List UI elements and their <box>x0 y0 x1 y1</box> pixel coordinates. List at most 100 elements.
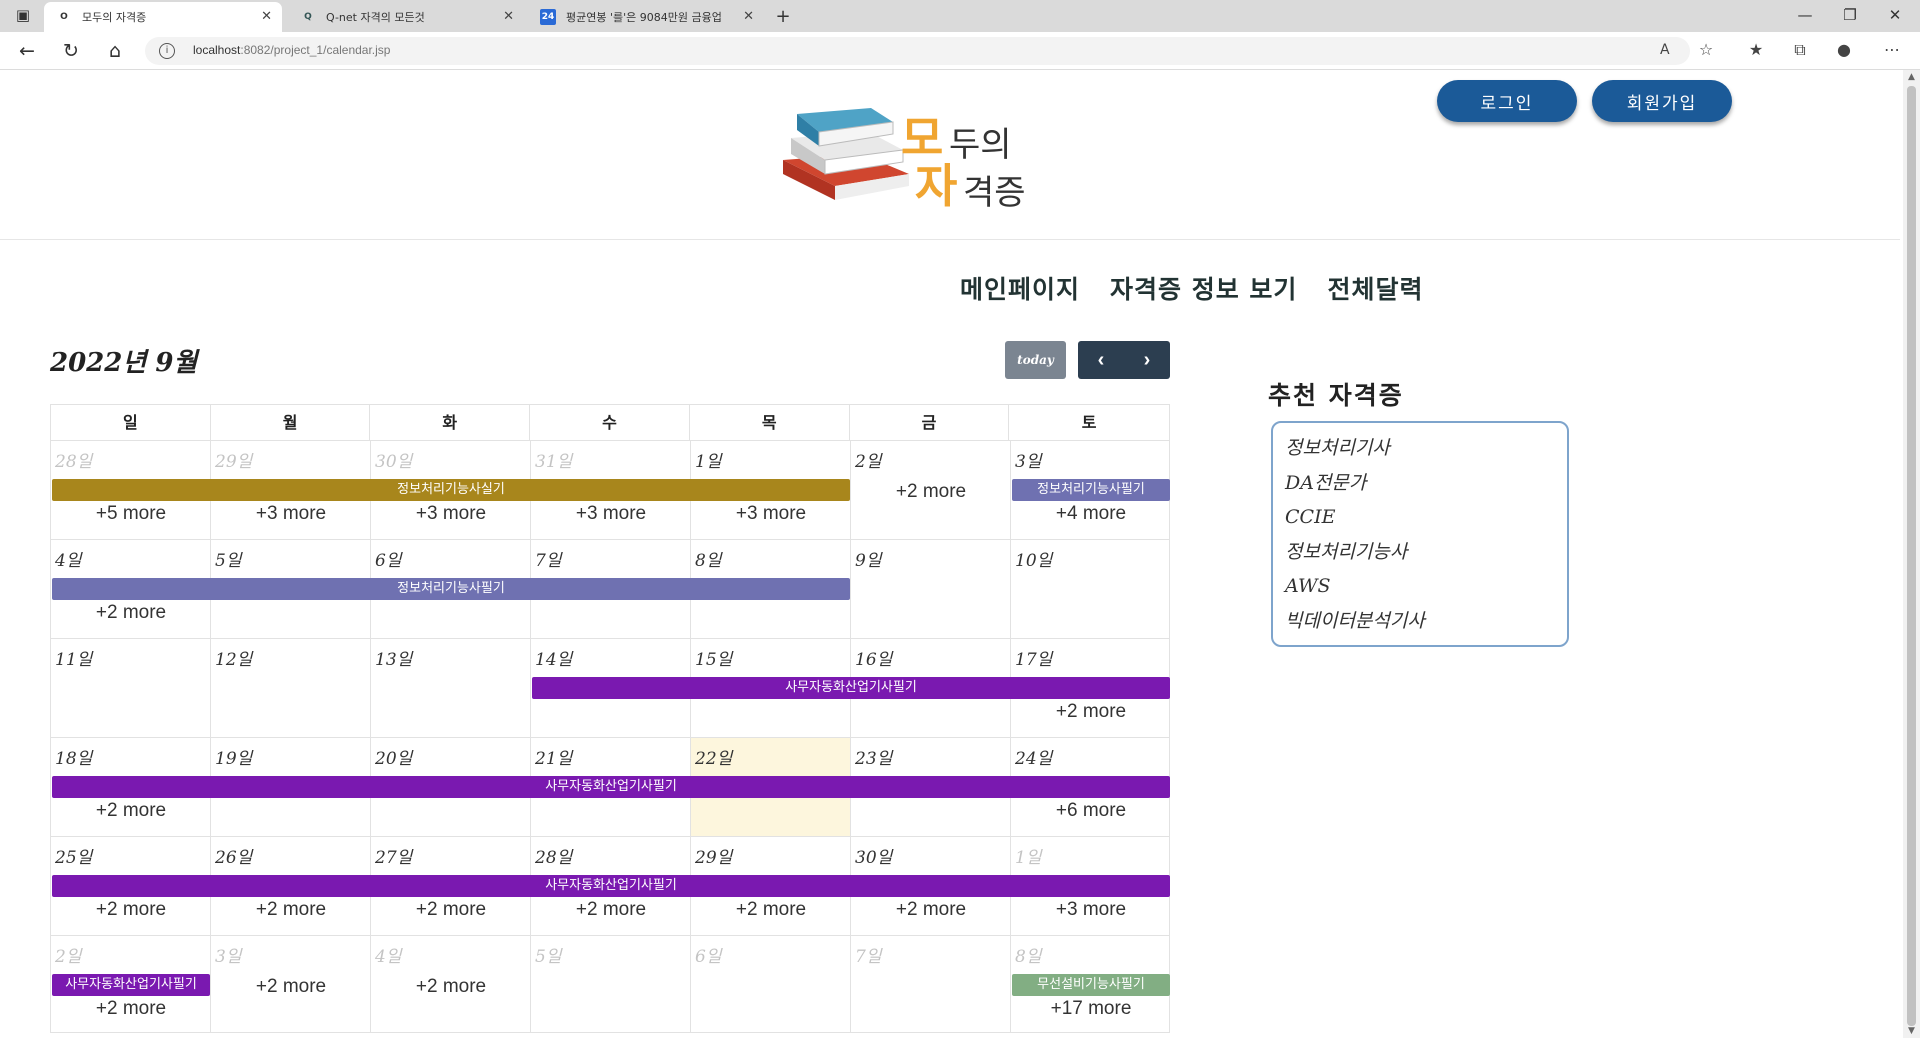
more-link[interactable]: +3 more <box>371 503 531 525</box>
day-number[interactable]: 23일 <box>855 744 892 769</box>
day-number[interactable]: 28일 <box>55 447 92 472</box>
day-number[interactable]: 5일 <box>215 546 241 571</box>
day-number[interactable]: 8일 <box>1015 942 1041 967</box>
back-icon[interactable]: ← <box>14 39 40 63</box>
restore-icon[interactable]: ❐ <box>1835 6 1865 24</box>
window-close-icon[interactable]: ✕ <box>1880 6 1910 24</box>
calendar-event[interactable]: 사무자동화산업기사필기 <box>52 776 1170 798</box>
login-button[interactable]: 로그인 <box>1437 80 1577 122</box>
day-number[interactable]: 5일 <box>535 942 561 967</box>
day-number[interactable]: 6일 <box>375 546 401 571</box>
more-link[interactable]: +3 more <box>1011 899 1171 921</box>
day-number[interactable]: 25일 <box>55 843 92 868</box>
minimize-icon[interactable]: — <box>1790 6 1820 24</box>
day-number[interactable]: 10일 <box>1015 546 1052 571</box>
day-number[interactable]: 16일 <box>855 645 892 670</box>
day-number[interactable]: 18일 <box>55 744 92 769</box>
day-number[interactable]: 1일 <box>695 447 721 472</box>
day-cell[interactable]: 6일 <box>691 936 851 1032</box>
more-link[interactable]: +2 more <box>691 899 851 921</box>
scroll-down-icon[interactable]: ▼ <box>1903 1026 1920 1036</box>
more-link[interactable]: +2 more <box>51 899 211 921</box>
day-number[interactable]: 4일 <box>55 546 81 571</box>
calendar-event[interactable]: 정보처리기능사필기 <box>52 578 850 600</box>
favorites-icon[interactable]: ★ <box>1744 40 1768 59</box>
day-number[interactable]: 26일 <box>215 843 252 868</box>
tab-actions-icon[interactable]: ▣ <box>8 6 38 24</box>
more-link[interactable]: +2 more <box>851 899 1011 921</box>
recommended-item[interactable]: 정보처리기사 <box>1285 431 1567 466</box>
prev-month-button[interactable]: ‹ <box>1078 341 1124 379</box>
calendar-event[interactable]: 무선설비기능사필기 <box>1012 974 1170 996</box>
info-icon[interactable]: i <box>159 43 175 59</box>
day-number[interactable]: 30일 <box>375 447 412 472</box>
day-cell[interactable]: 9일 <box>851 540 1011 638</box>
tab-1[interactable]: O 모두의 자격증 ✕ <box>44 2 282 32</box>
new-tab-icon[interactable]: + <box>768 6 798 27</box>
more-link[interactable]: +3 more <box>691 503 851 525</box>
day-number[interactable]: 31일 <box>535 447 572 472</box>
today-button[interactable]: today <box>1005 341 1066 379</box>
day-number[interactable]: 6일 <box>695 942 721 967</box>
tab-2[interactable]: Q Q-net 자격의 모든것 ✕ <box>288 2 524 32</box>
day-number[interactable]: 30일 <box>855 843 892 868</box>
more-options-icon[interactable]: ⋯ <box>1880 40 1904 59</box>
more-link[interactable]: +3 more <box>211 503 371 525</box>
day-number[interactable]: 20일 <box>375 744 412 769</box>
recommended-item[interactable]: AWS <box>1285 569 1567 604</box>
day-cell[interactable]: 5일 <box>531 936 691 1032</box>
more-link[interactable]: +6 more <box>1011 800 1171 822</box>
home-icon[interactable]: ⌂ <box>102 39 128 63</box>
more-link[interactable]: +5 more <box>51 503 211 525</box>
day-cell[interactable]: 7일 <box>851 936 1011 1032</box>
day-number[interactable]: 29일 <box>695 843 732 868</box>
day-number[interactable]: 11일 <box>55 645 92 670</box>
recommended-item[interactable]: 정보처리기능사 <box>1285 535 1567 570</box>
more-link[interactable]: +2 more <box>371 976 531 998</box>
day-number[interactable]: 28일 <box>535 843 572 868</box>
tab-3[interactable]: 24 평균연봉 '를'은 9084만원 금융업 ✕ <box>528 2 764 32</box>
day-number[interactable]: 1일 <box>1015 843 1041 868</box>
day-number[interactable]: 17일 <box>1015 645 1052 670</box>
url-text[interactable]: localhost:8082/project_1/calendar.jsp <box>193 43 390 57</box>
day-number[interactable]: 12일 <box>215 645 252 670</box>
more-link[interactable]: +2 more <box>851 481 1011 503</box>
more-link[interactable]: +2 more <box>51 602 211 624</box>
day-number[interactable]: 8일 <box>695 546 721 571</box>
day-number[interactable]: 27일 <box>375 843 412 868</box>
day-cell[interactable]: 13일 <box>371 639 531 737</box>
more-link[interactable]: +17 more <box>1011 998 1171 1020</box>
day-number[interactable]: 7일 <box>855 942 881 967</box>
calendar-event[interactable]: 사무자동화산업기사필기 <box>532 677 1170 699</box>
more-link[interactable]: +4 more <box>1011 503 1171 525</box>
calendar-event[interactable]: 사무자동화산업기사필기 <box>52 875 1170 897</box>
signup-button[interactable]: 회원가입 <box>1592 80 1732 122</box>
recommended-item[interactable]: CCIE <box>1285 500 1567 535</box>
profile-icon[interactable]: ● <box>1832 40 1856 59</box>
more-link[interactable]: +2 more <box>51 800 211 822</box>
more-link[interactable]: +2 more <box>531 899 691 921</box>
day-number[interactable]: 4일 <box>375 942 401 967</box>
more-link[interactable]: +2 more <box>211 899 371 921</box>
day-number[interactable]: 19일 <box>215 744 252 769</box>
day-number[interactable]: 21일 <box>535 744 572 769</box>
day-cell[interactable]: 12일 <box>211 639 371 737</box>
day-number[interactable]: 24일 <box>1015 744 1052 769</box>
day-number[interactable]: 3일 <box>1015 447 1041 472</box>
site-logo[interactable]: 모 두의 자 격증 <box>783 102 1053 220</box>
close-icon[interactable]: ✕ <box>261 9 272 24</box>
scroll-thumb[interactable] <box>1907 86 1916 1026</box>
day-number[interactable]: 2일 <box>55 942 81 967</box>
read-aloud-icon[interactable]: A <box>1660 42 1670 58</box>
url-field[interactable]: i localhost:8082/project_1/calendar.jsp … <box>145 37 1690 65</box>
next-month-button[interactable]: › <box>1124 341 1170 379</box>
collections-icon[interactable]: ⧉ <box>1788 40 1812 60</box>
calendar-event[interactable]: 정보처리기능사필기 <box>1012 479 1170 501</box>
calendar-event[interactable]: 사무자동화산업기사필기 <box>52 974 210 996</box>
day-number[interactable]: 14일 <box>535 645 572 670</box>
day-number[interactable]: 13일 <box>375 645 412 670</box>
more-link[interactable]: +2 more <box>371 899 531 921</box>
page-scrollbar[interactable]: ▲ ▼ <box>1903 70 1920 1038</box>
recommended-item[interactable]: 빅데이터분석기사 <box>1285 604 1567 639</box>
nav-full-calendar[interactable]: 전체달력 <box>1327 270 1423 306</box>
